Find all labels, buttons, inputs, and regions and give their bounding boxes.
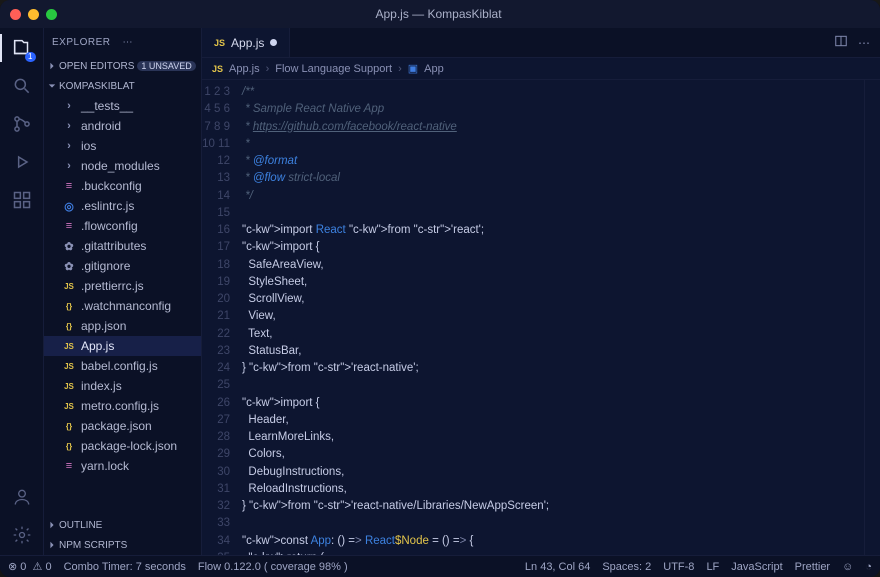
sidebar-header: EXPLORER ⋯ — [44, 28, 201, 56]
feedback-icon[interactable]: ☺ — [842, 561, 853, 573]
debug-icon[interactable] — [10, 150, 34, 174]
file-package-lock-json[interactable]: {}package-lock.json — [44, 436, 201, 456]
status-cursor-pos[interactable]: Ln 43, Col 64 — [525, 561, 590, 573]
more-icon[interactable]: ⋯ — [123, 37, 194, 48]
source-control-icon[interactable] — [10, 112, 34, 136]
file--gitattributes[interactable]: ✿.gitattributes — [44, 236, 201, 256]
status-language[interactable]: JavaScript — [731, 561, 782, 573]
npm-scripts-section[interactable]: NPM SCRIPTS — [44, 535, 201, 555]
js-file-icon: JS — [212, 64, 223, 74]
file-icon: {} — [62, 422, 76, 431]
file-node-modules[interactable]: ›node_modules — [44, 156, 201, 176]
file-index-js[interactable]: JSindex.js — [44, 376, 201, 396]
status-bar: ⊗ 0 ⚠ 0 Combo Timer: 7 seconds Flow 0.12… — [0, 555, 880, 577]
chevron-right-icon — [48, 62, 56, 70]
file--buckconfig[interactable]: ≡.buckconfig — [44, 176, 201, 196]
file-android[interactable]: ›android — [44, 116, 201, 136]
file-icon: {} — [62, 302, 76, 311]
status-prettier[interactable]: Prettier — [795, 561, 830, 573]
chevron-right-icon — [48, 521, 56, 529]
folder-icon: › — [62, 120, 76, 132]
unsaved-badge: 1 UNSAVED — [137, 61, 195, 71]
code-area[interactable]: /** * Sample React Native App * https://… — [238, 80, 864, 555]
file-icon: ≡ — [62, 180, 76, 192]
vscode-window: App.js — KompasKiblat 1 EXPLORER ⋯ OPE — [0, 0, 880, 577]
more-actions-icon[interactable]: ⋯ — [858, 36, 870, 50]
workspace-section[interactable]: KOMPASKIBLAT — [44, 76, 201, 96]
settings-icon[interactable] — [10, 523, 34, 547]
activity-badge: 1 — [25, 52, 35, 62]
file-icon: ◎ — [62, 200, 76, 213]
notifications-icon[interactable]: ◔ — [865, 561, 872, 573]
titlebar: App.js — KompasKiblat — [0, 0, 880, 28]
activity-bar: 1 — [0, 28, 44, 555]
search-icon[interactable] — [10, 74, 34, 98]
chevron-down-icon — [48, 82, 56, 90]
file-app-json[interactable]: {}app.json — [44, 316, 201, 336]
file-icon: ✿ — [62, 240, 76, 253]
js-file-icon: JS — [214, 38, 225, 48]
status-eol[interactable]: LF — [706, 561, 719, 573]
maximize-window[interactable] — [46, 9, 57, 20]
file-icon: ≡ — [62, 460, 76, 472]
file-icon: JS — [62, 382, 76, 391]
minimize-window[interactable] — [28, 9, 39, 20]
file-tree: ›__tests__›android›ios›node_modules≡.buc… — [44, 96, 201, 515]
account-icon[interactable] — [10, 485, 34, 509]
status-spaces[interactable]: Spaces: 2 — [602, 561, 651, 573]
folder-icon: › — [62, 140, 76, 152]
dirty-indicator-icon — [270, 39, 277, 46]
editor[interactable]: 1 2 3 4 5 6 7 8 9 10 11 12 13 14 15 16 1… — [202, 80, 880, 555]
file-yarn-lock[interactable]: ≡yarn.lock — [44, 456, 201, 476]
file-icon: {} — [62, 322, 76, 331]
file-icon: JS — [62, 402, 76, 411]
tab-app-js[interactable]: JS App.js — [202, 28, 290, 57]
open-editors-section[interactable]: OPEN EDITORS 1 UNSAVED — [44, 56, 201, 76]
status-timer[interactable]: Combo Timer: 7 seconds — [64, 561, 186, 573]
file-metro-config-js[interactable]: JSmetro.config.js — [44, 396, 201, 416]
file-icon: JS — [62, 282, 76, 291]
close-window[interactable] — [10, 9, 21, 20]
file-package-json[interactable]: {}package.json — [44, 416, 201, 436]
extensions-icon[interactable] — [10, 188, 34, 212]
file-icon: ≡ — [62, 220, 76, 232]
file-icon: {} — [62, 442, 76, 451]
minimap[interactable] — [864, 80, 880, 555]
line-numbers: 1 2 3 4 5 6 7 8 9 10 11 12 13 14 15 16 1… — [202, 80, 238, 555]
chevron-right-icon — [48, 541, 56, 549]
file--eslintrc-js[interactable]: ◎.eslintrc.js — [44, 196, 201, 216]
explorer-icon[interactable]: 1 — [10, 36, 34, 60]
tab-label: App.js — [231, 36, 264, 50]
sidebar: EXPLORER ⋯ OPEN EDITORS 1 UNSAVED KOMPAS… — [44, 28, 202, 555]
outline-section[interactable]: OUTLINE — [44, 515, 201, 535]
file--prettierrc-js[interactable]: JS.prettierrc.js — [44, 276, 201, 296]
status-errors[interactable]: ⊗ 0 ⚠ 0 — [8, 560, 52, 573]
window-title: App.js — KompasKiblat — [57, 7, 820, 21]
status-encoding[interactable]: UTF-8 — [663, 561, 694, 573]
status-flow[interactable]: Flow 0.122.0 ( coverage 98% ) — [198, 561, 348, 573]
file-icon: ✿ — [62, 260, 76, 273]
file--flowconfig[interactable]: ≡.flowconfig — [44, 216, 201, 236]
file-babel-config-js[interactable]: JSbabel.config.js — [44, 356, 201, 376]
split-editor-icon[interactable] — [834, 34, 848, 51]
breadcrumb[interactable]: JS App.js › Flow Language Support › ▣ Ap… — [202, 58, 880, 80]
tab-bar: JS App.js ⋯ — [202, 28, 880, 58]
folder-icon: › — [62, 100, 76, 112]
file-icon: JS — [62, 342, 76, 351]
folder-icon: › — [62, 160, 76, 172]
file-App-js[interactable]: JSApp.js — [44, 336, 201, 356]
file--gitignore[interactable]: ✿.gitignore — [44, 256, 201, 276]
file---tests--[interactable]: ›__tests__ — [44, 96, 201, 116]
file-ios[interactable]: ›ios — [44, 136, 201, 156]
file--watchmanconfig[interactable]: {}.watchmanconfig — [44, 296, 201, 316]
file-icon: JS — [62, 362, 76, 371]
window-controls — [10, 9, 57, 20]
